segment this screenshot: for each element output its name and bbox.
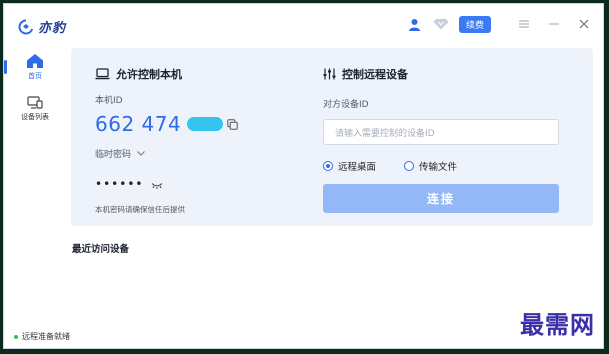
remote-section-title: 控制远程设备 xyxy=(323,66,563,82)
option-remote-desktop[interactable]: 远程桌面 xyxy=(323,159,376,173)
recent-devices-title: 最近访问设备 xyxy=(72,244,130,255)
local-panel: 允许控制本机 本机ID 662 474 临时密码 •••••• 本机密码请确保信… xyxy=(95,66,295,215)
password-hint: 本机密码请确保信任后提供 xyxy=(95,205,185,214)
user-icon[interactable] xyxy=(407,16,423,32)
status-text: 远程准备就绪 xyxy=(22,332,70,341)
close-button[interactable] xyxy=(569,9,599,39)
host-id-label: 本机ID xyxy=(95,96,123,106)
sidebar-item-label: 首页 xyxy=(28,72,42,80)
peer-id-placeholder: 请输入需要控制的设备ID xyxy=(335,128,435,139)
active-indicator xyxy=(4,60,7,74)
main-content: 允许控制本机 本机ID 662 474 临时密码 •••••• 本机密码请确保信… xyxy=(66,44,603,348)
connection-card: 允许控制本机 本机ID 662 474 临时密码 •••••• 本机密码请确保信… xyxy=(71,48,593,226)
menu-button[interactable] xyxy=(509,9,539,39)
device-list-icon xyxy=(27,96,43,109)
sidebar: 首页 设备列表 xyxy=(4,44,66,348)
logo-icon xyxy=(18,19,34,35)
remote-title-text: 控制远程设备 xyxy=(342,68,408,81)
option-label: 远程桌面 xyxy=(338,162,377,173)
renew-button[interactable]: 续费 xyxy=(458,15,491,33)
radio-checked-icon xyxy=(323,161,333,171)
sidebar-item-home[interactable]: 首页 xyxy=(4,48,61,86)
sidebar-item-device-list[interactable]: 设备列表 xyxy=(9,90,61,128)
title-bar: 亦豹 续费 xyxy=(4,4,603,44)
connection-mode-options: 远程桌面 传输文件 xyxy=(323,159,563,173)
option-file-transfer[interactable]: 传输文件 xyxy=(404,159,457,173)
remote-panel: 控制远程设备 对方设备ID 请输入需要控制的设备ID 远程桌面 传输文件 连接 xyxy=(323,66,563,213)
peer-id-label: 对方设备ID xyxy=(323,100,369,110)
sliders-icon xyxy=(323,68,336,80)
sidebar-item-label: 设备列表 xyxy=(21,113,49,121)
password-row: •••••• xyxy=(95,174,295,193)
home-icon xyxy=(27,54,43,68)
watermark: 最需网 xyxy=(520,310,595,339)
status-bar: 远程准备就绪 xyxy=(14,331,70,342)
connect-button[interactable]: 连接 xyxy=(323,184,559,213)
hamburger-icon xyxy=(519,20,529,28)
title-bar-actions: 续费 xyxy=(407,4,603,44)
id-redaction-mask xyxy=(187,117,224,131)
option-label: 传输文件 xyxy=(419,162,458,173)
vip-diamond-icon[interactable] xyxy=(433,16,449,32)
password-value: •••••• xyxy=(95,176,144,191)
status-indicator xyxy=(14,334,18,339)
radio-unchecked-icon xyxy=(404,161,415,171)
chevron-down-icon xyxy=(137,151,145,156)
local-title-text: 允许控制本机 xyxy=(116,68,182,81)
close-icon xyxy=(579,19,589,29)
host-id-row: 662 474 xyxy=(95,112,295,136)
app-window: 亦豹 续费 首页 设备列表 允许控制本机 本机ID 662 474 临时密码 •… xyxy=(3,3,604,349)
password-label: 临时密码 xyxy=(95,150,132,160)
laptop-icon xyxy=(95,68,110,80)
password-label-row[interactable]: 临时密码 xyxy=(95,147,295,160)
eye-closed-icon[interactable] xyxy=(151,174,163,193)
minimize-icon xyxy=(549,23,559,25)
app-logo: 亦豹 xyxy=(18,17,66,36)
copy-icon[interactable] xyxy=(227,115,238,134)
app-name: 亦豹 xyxy=(38,21,67,36)
peer-id-input[interactable]: 请输入需要控制的设备ID xyxy=(323,119,559,145)
local-section-title: 允许控制本机 xyxy=(95,66,295,82)
minimize-button[interactable] xyxy=(539,9,569,39)
host-id-value: 662 474 xyxy=(95,112,182,136)
